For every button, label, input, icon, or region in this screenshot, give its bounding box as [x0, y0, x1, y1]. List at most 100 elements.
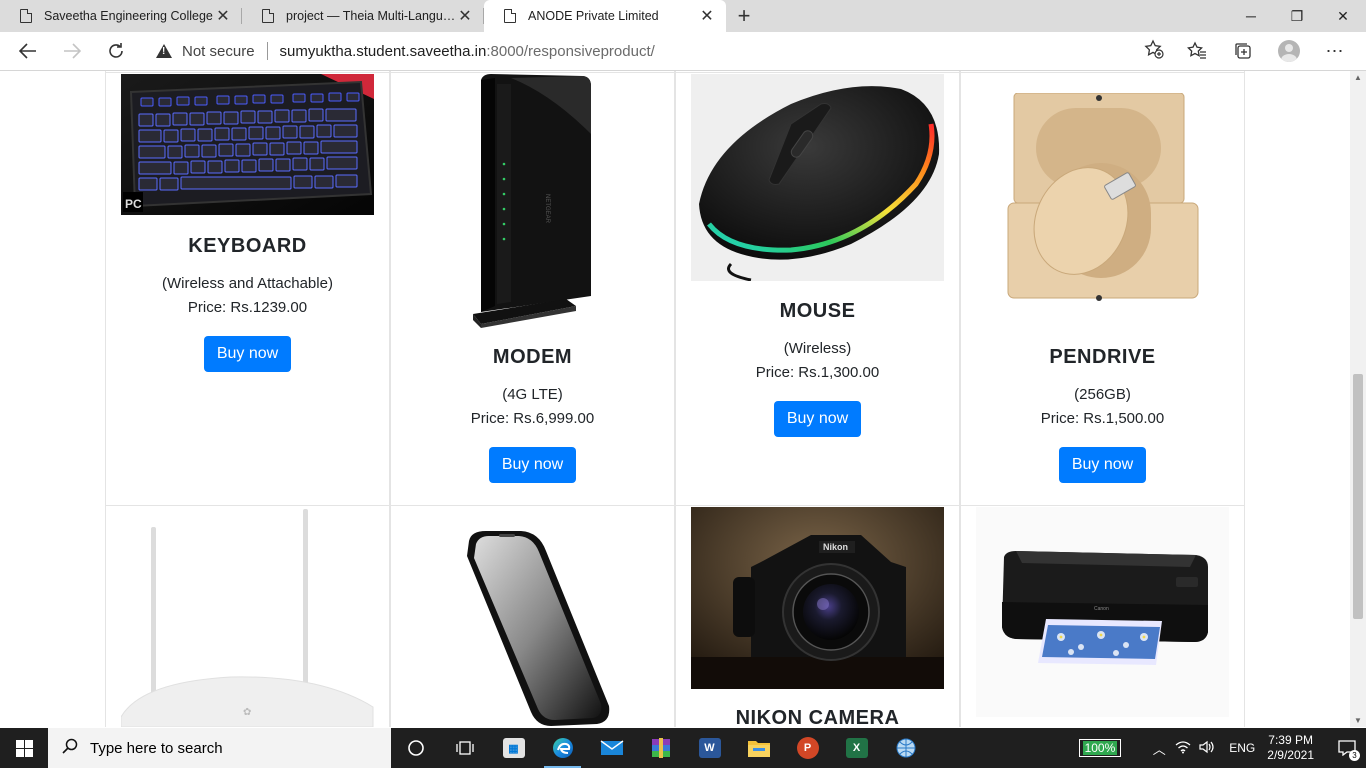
camera-image: Nikon	[691, 507, 944, 689]
tab-anode[interactable]: ANODE Private Limited ✕	[484, 0, 726, 32]
file-explorer-app[interactable]	[734, 728, 783, 768]
notification-count-badge: 3	[1349, 750, 1360, 761]
product-price: Price: Rs.1239.00	[187, 299, 308, 316]
product-card-keyboard: PC KEYBOARD (Wireless and Attachable) Pr…	[105, 72, 390, 506]
clock-date: 2/9/2021	[1267, 748, 1314, 762]
product-name: PENDRIVE	[1049, 346, 1156, 368]
clock[interactable]: 7:39 PM 2/9/2021	[1267, 733, 1314, 763]
cortana-button[interactable]	[391, 728, 440, 768]
product-name: MODEM	[492, 346, 573, 368]
powerpoint-app[interactable]: P	[783, 728, 832, 768]
restore-button[interactable]: ❐	[1274, 0, 1320, 32]
back-button[interactable]	[8, 35, 48, 67]
tab-theia[interactable]: project — Theia Multi-Language ✕	[242, 0, 484, 32]
product-card-mouse: MOUSE (Wireless) Price: Rs.1,300.00 Buy …	[675, 72, 960, 506]
store-bag-icon: ▦	[502, 738, 525, 758]
window-controls: ─ ❐ ✕	[1228, 0, 1366, 32]
modem-image: NETGEAR	[451, 74, 616, 328]
scroll-thumb[interactable]	[1353, 374, 1363, 619]
minimize-button[interactable]: ─	[1228, 0, 1274, 32]
folder-icon	[747, 741, 770, 757]
task-view-icon	[455, 741, 474, 755]
product-price: Price: Rs.1,500.00	[1040, 410, 1165, 427]
browser-toolbar: Not secure sumyuktha.student.saveetha.in…	[0, 32, 1366, 71]
product-subtitle: (256GB)	[1074, 386, 1131, 403]
refresh-icon	[109, 43, 123, 58]
page-content: PC KEYBOARD (Wireless and Attachable) Pr…	[0, 71, 1350, 727]
pendrive-image	[1006, 93, 1201, 303]
svg-text:NETGEAR: NETGEAR	[544, 194, 550, 224]
excel-icon: X	[845, 738, 868, 758]
collections-icon[interactable]	[1220, 35, 1266, 67]
vertical-scrollbar[interactable]: ▲ ▼	[1350, 71, 1366, 727]
more-options-icon[interactable]: ⋯	[1312, 35, 1358, 67]
scroll-up-icon[interactable]: ▲	[1353, 73, 1363, 82]
keyboard-image: PC	[121, 74, 374, 215]
close-icon[interactable]: ✕	[456, 6, 474, 26]
start-button[interactable]	[0, 728, 48, 768]
svg-text:Canon: Canon	[1094, 606, 1109, 612]
url-divider	[266, 42, 268, 60]
router-image: ✿	[121, 507, 374, 727]
clock-time: 7:39 PM	[1268, 733, 1313, 747]
edge-icon	[552, 738, 573, 758]
winrar-app[interactable]	[636, 728, 685, 768]
product-card-camera: Nikon NIKON CAMERA	[675, 505, 960, 727]
buy-now-button[interactable]: Buy now	[488, 447, 577, 483]
address-bar[interactable]: Not secure sumyuktha.student.saveetha.in…	[144, 35, 1174, 67]
favorites-icon[interactable]	[1174, 35, 1220, 67]
svg-text:✿: ✿	[243, 707, 251, 718]
avatar-icon	[1278, 40, 1300, 62]
page-icon	[262, 9, 274, 23]
window-close-button[interactable]: ✕	[1320, 0, 1366, 32]
tab-title: Saveetha Engineering College	[44, 9, 213, 23]
new-tab-button[interactable]: +	[726, 0, 762, 32]
buy-now-button[interactable]: Buy now	[1058, 447, 1147, 483]
chevron-up-icon[interactable]: ︿	[1147, 739, 1171, 758]
tab-title: project — Theia Multi-Language	[286, 9, 456, 23]
volume-icon[interactable]	[1195, 740, 1219, 757]
product-card-printer: Canon	[960, 505, 1245, 727]
network-app[interactable]	[881, 728, 930, 768]
wifi-icon[interactable]	[1171, 740, 1195, 757]
browser-tab-strip: Saveetha Engineering College ✕ project —…	[0, 0, 1366, 32]
cortana-circle-icon	[407, 740, 424, 756]
forward-button[interactable]	[52, 35, 92, 67]
refresh-button[interactable]	[96, 35, 136, 67]
close-icon[interactable]: ✕	[214, 6, 232, 26]
product-subtitle: (4G LTE)	[502, 386, 563, 403]
store-app[interactable]: ▦	[489, 728, 538, 768]
language-indicator[interactable]: ENG	[1229, 741, 1255, 755]
product-card-router: ✿	[105, 505, 390, 727]
mail-app[interactable]	[587, 728, 636, 768]
product-name: KEYBOARD	[188, 235, 307, 257]
buy-now-button[interactable]: Buy now	[203, 336, 292, 372]
network-globe-icon	[896, 738, 915, 758]
product-name: NIKON CAMERA	[735, 707, 900, 727]
taskbar-search[interactable]: Type here to search	[48, 728, 391, 768]
battery-indicator[interactable]: 100%	[1078, 739, 1122, 757]
action-center-button[interactable]: 3	[1328, 728, 1366, 768]
task-view-button[interactable]	[440, 728, 489, 768]
windows-logo-icon	[15, 739, 33, 757]
close-icon[interactable]: ✕	[698, 6, 716, 26]
scroll-down-icon[interactable]: ▼	[1353, 716, 1363, 725]
product-info: KEYBOARD (Wireless and Attachable) Price…	[106, 235, 389, 372]
svg-text:Nikon: Nikon	[823, 542, 848, 552]
tab-saveetha[interactable]: Saveetha Engineering College ✕	[0, 0, 242, 32]
printer-image: Canon	[976, 507, 1229, 717]
mouse-image	[691, 74, 944, 281]
security-label[interactable]: Not secure	[182, 43, 255, 60]
product-info: MOUSE (Wireless) Price: Rs.1,300.00 Buy …	[676, 300, 959, 437]
excel-app[interactable]: X	[832, 728, 881, 768]
mail-icon	[600, 740, 623, 755]
buy-now-button[interactable]: Buy now	[773, 401, 862, 437]
add-favorite-icon[interactable]	[1144, 39, 1164, 63]
windows-taskbar: Type here to search ▦ W P X 100% ︿ ENG 7…	[0, 728, 1366, 768]
page-icon	[20, 9, 32, 23]
word-app[interactable]: W	[685, 728, 734, 768]
url-host: sumyuktha.student.saveetha.in	[279, 42, 487, 60]
profile-button[interactable]	[1266, 35, 1312, 67]
forward-arrow-icon	[64, 43, 81, 59]
edge-app[interactable]	[538, 728, 587, 768]
